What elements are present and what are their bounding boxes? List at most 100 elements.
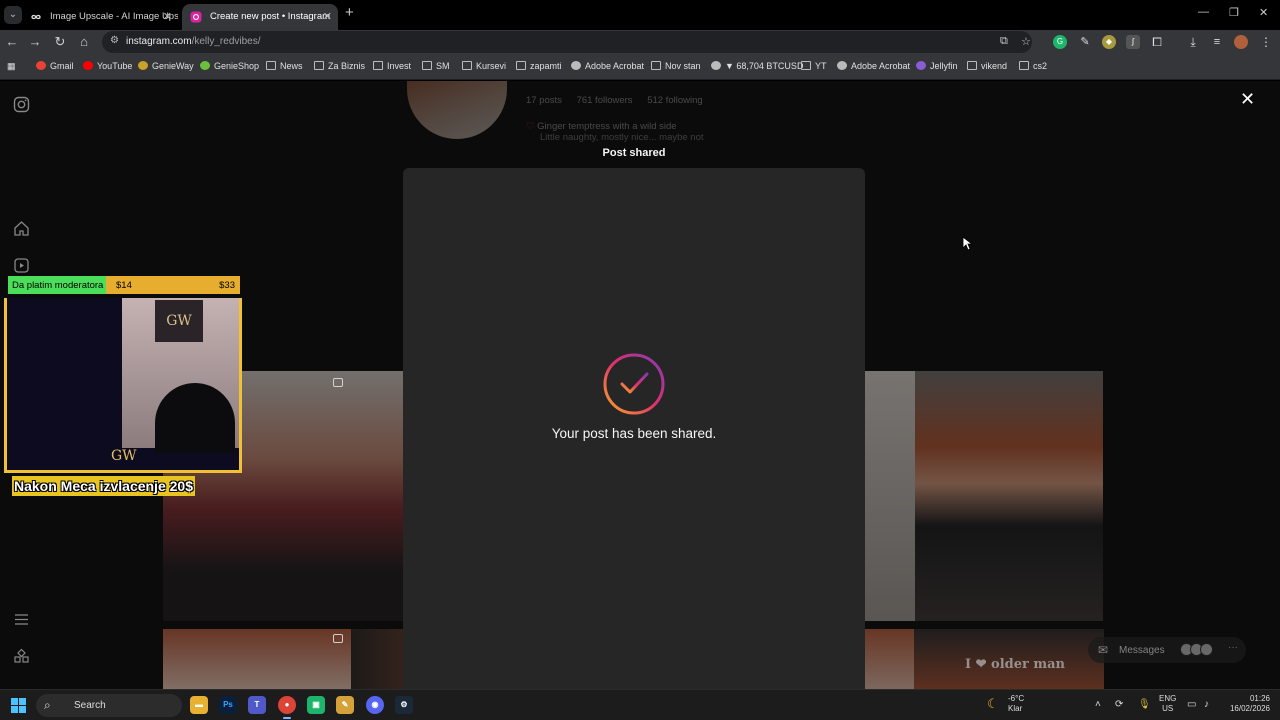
tab-strip: ⌄ Image Upscale - AI Image Upscaler ✕ Cr… — [0, 0, 1280, 30]
discord-icon[interactable]: ◉ — [366, 696, 384, 714]
windows-start-icon[interactable] — [11, 698, 26, 713]
post-tile[interactable] — [865, 371, 915, 621]
eyedropper-extension-icon[interactable]: ✎ — [1078, 35, 1092, 49]
script-extension-icon[interactable]: ∫ — [1126, 35, 1140, 49]
webcam-shadow — [155, 383, 235, 453]
address-bar[interactable]: ⚙ instagram.com/kelly_redvibes/ ⧉ ☆ — [102, 31, 1032, 53]
profile-avatar[interactable] — [1234, 35, 1248, 49]
bookmark-zapamti[interactable]: zapamti — [516, 61, 562, 71]
messages-label: Messages — [1119, 645, 1165, 656]
language-indicator[interactable]: ENG US — [1159, 694, 1176, 714]
shop-icon — [200, 61, 210, 70]
bookmark-genieshop[interactable]: GenieShop — [200, 61, 259, 71]
forward-icon[interactable]: → — [27, 34, 43, 50]
tab-instagram[interactable]: Create new post • Instagram ✕ — [182, 4, 338, 30]
clock-date: 16/02/2026 — [1229, 704, 1270, 713]
tab-image-upscale[interactable]: Image Upscale - AI Image Upscaler ✕ — [22, 4, 178, 30]
close-modal-icon[interactable]: ✕ — [1240, 89, 1255, 110]
instagram-logo-icon[interactable] — [13, 96, 30, 113]
whatsapp-icon[interactable]: ▣ — [307, 696, 325, 714]
bookmark-nov-stan[interactable]: Nov stan — [651, 61, 701, 71]
teams-icon[interactable]: T — [248, 696, 266, 714]
microphone-icon[interactable]: 🎙 — [1138, 699, 1151, 710]
tab-title: Image Upscale - AI Image Upscaler — [50, 11, 178, 22]
goal-label: Da platim moderatora — [12, 280, 104, 291]
bookmark-gmail[interactable]: Gmail — [36, 61, 74, 71]
bookmark-invest[interactable]: Invest — [373, 61, 411, 71]
bookmark-adobe-acrobat[interactable]: Adobe Acrobat — [571, 61, 644, 71]
close-tab-icon[interactable]: ✕ — [163, 7, 172, 27]
bookmark-btcusd[interactable]: ▼ 68,704 BTCUSD — [711, 61, 803, 71]
bio-line-2: Little naughty, mostly nice... maybe not — [540, 132, 704, 143]
restore-icon[interactable]: ❐ — [1229, 6, 1239, 19]
bookmark-yt[interactable]: YT — [801, 61, 827, 71]
system-clock[interactable]: 01:26 16/02/2026 — [1222, 694, 1270, 714]
meta-apps-icon[interactable] — [13, 648, 30, 665]
reload-icon[interactable]: ↻ — [52, 34, 68, 50]
network-icon[interactable]: ▭ — [1187, 699, 1196, 710]
globe-icon — [571, 61, 581, 70]
post-tile[interactable] — [915, 371, 1103, 621]
extension-icon[interactable]: ◆ — [1102, 35, 1116, 49]
messages-button[interactable]: ✉ Messages ··· — [1088, 637, 1246, 663]
bookmark-sm[interactable]: SM — [422, 61, 450, 71]
minimize-icon[interactable]: — — [1198, 6, 1209, 18]
chrome-icon[interactable]: ● — [278, 696, 296, 719]
steam-icon[interactable]: ⚙ — [395, 696, 413, 714]
folder-icon — [651, 61, 661, 70]
folder-icon — [967, 61, 977, 70]
folder-icon — [266, 61, 276, 70]
posts-count: 17 posts — [526, 95, 562, 106]
bookmark-youtube[interactable]: YouTube — [83, 61, 132, 71]
bookmark-genieway[interactable]: GenieWay — [138, 61, 194, 71]
grammarly-extension-icon[interactable]: G — [1053, 35, 1067, 49]
tab-search-button[interactable]: ⌄ — [4, 6, 22, 24]
weather-moon-icon[interactable]: ☾ — [987, 696, 999, 712]
download-icon[interactable]: ⤓ — [1186, 35, 1200, 49]
more-menu-icon[interactable] — [13, 611, 30, 628]
bookmark-vikend[interactable]: vikend — [967, 61, 1007, 71]
bookmark-adobe-acrobat-2[interactable]: Adobe Acrobat — [837, 61, 910, 71]
media-control-icon[interactable]: ≡ — [1210, 35, 1224, 49]
following-count[interactable]: 512 following — [647, 95, 702, 106]
bookmark-cs2[interactable]: cs2 — [1019, 61, 1047, 71]
post-shared-dialog: Your post has been shared. — [403, 168, 865, 689]
show-hidden-icons[interactable]: ˄ — [1095, 699, 1101, 710]
taskbar-search[interactable]: ⌕ Search — [36, 694, 182, 717]
volume-icon[interactable]: ♪ — [1204, 699, 1209, 710]
reels-nav-icon[interactable] — [13, 257, 30, 274]
bookmark-news[interactable]: News — [266, 61, 303, 71]
close-tab-icon[interactable]: ✕ — [323, 7, 332, 27]
tile-caption: I ❤ older man — [965, 657, 1066, 672]
extensions-puzzle-icon[interactable]: ⧠ — [1150, 35, 1164, 49]
bookmark-kursevi[interactable]: Kursevi — [462, 61, 506, 71]
site-info-icon[interactable]: ⚙ — [110, 35, 119, 46]
profile-avatar[interactable] — [407, 81, 507, 139]
bookmark-jellyfin[interactable]: Jellyfin — [916, 61, 958, 71]
followers-count[interactable]: 761 followers — [577, 95, 633, 106]
home-icon[interactable]: ⌂ — [76, 34, 92, 50]
search-label: Search — [74, 700, 106, 711]
browser-toolbar: ← → ↻ ⌂ ⚙ instagram.com/kelly_redvibes/ … — [0, 30, 1280, 54]
cam-logo-board: GW — [155, 300, 203, 342]
weather-widget[interactable]: -6°C Klar — [1008, 694, 1024, 714]
file-explorer-icon[interactable]: ▬ — [190, 696, 208, 714]
chrome-menu-icon[interactable]: ⋮ — [1259, 35, 1273, 49]
bookmark-star-icon[interactable]: ☆ — [1021, 35, 1031, 48]
back-icon[interactable]: ← — [4, 34, 20, 50]
url-text[interactable]: instagram.com/kelly_redvibes/ — [126, 36, 261, 47]
modal-title: Post shared — [602, 147, 666, 159]
photoshop-icon[interactable]: Ps — [219, 696, 237, 714]
post-tile[interactable] — [163, 629, 351, 689]
folder-icon — [462, 61, 472, 70]
close-window-icon[interactable]: ✕ — [1259, 6, 1268, 19]
apps-grid-icon[interactable]: ▦ — [7, 61, 16, 72]
app-icon[interactable]: ✎ — [336, 696, 354, 714]
folder-icon — [314, 61, 324, 70]
donation-goal-bar: Da platim moderatora $14 $33 — [8, 276, 240, 294]
sync-icon[interactable]: ⟳ — [1115, 699, 1123, 710]
install-app-icon[interactable]: ⧉ — [1000, 35, 1008, 48]
bookmark-za-biznis[interactable]: Za Biznis — [314, 61, 365, 71]
home-nav-icon[interactable] — [13, 220, 30, 237]
new-tab-button[interactable]: + — [345, 4, 354, 21]
